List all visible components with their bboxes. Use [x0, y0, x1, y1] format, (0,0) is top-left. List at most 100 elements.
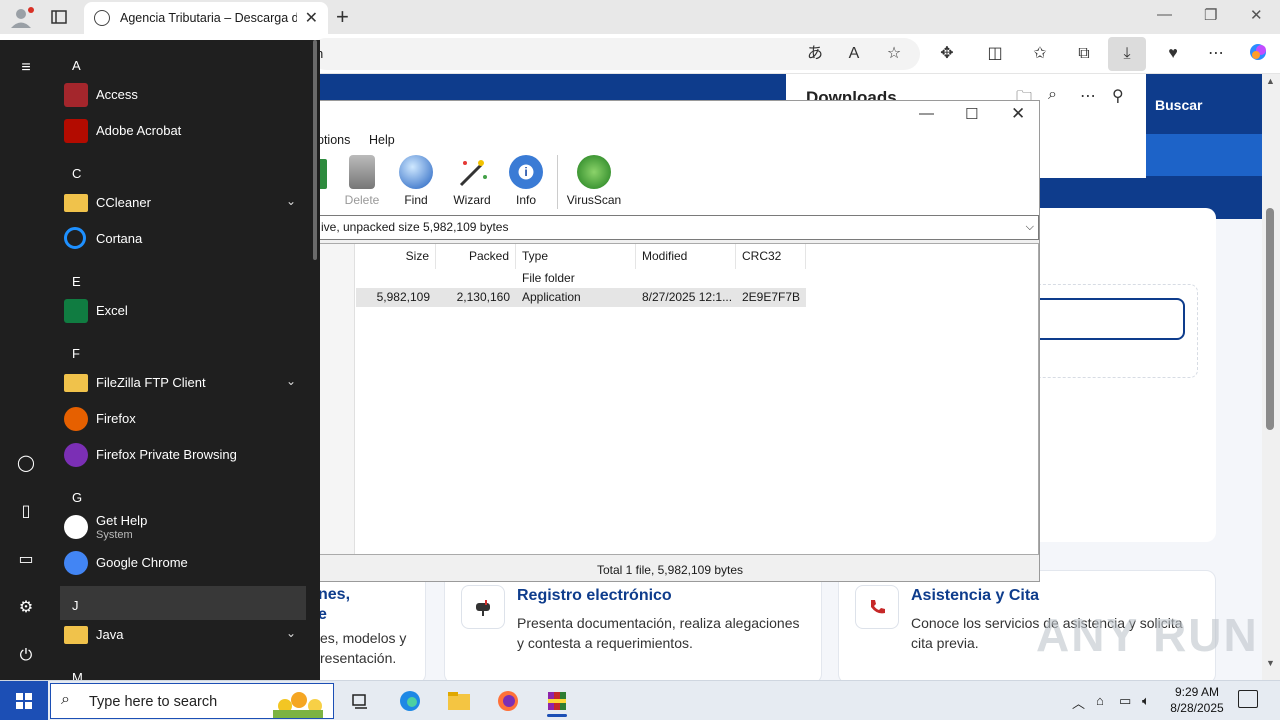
chevron-down-icon[interactable]: ⌄ [286, 626, 296, 640]
start-app-item[interactable]: Java ⌄ [60, 618, 306, 652]
tool-wizard[interactable]: Wizard [445, 155, 499, 207]
close-tab-icon[interactable]: ✕ [305, 8, 318, 28]
tab-actions-icon[interactable] [44, 6, 74, 28]
row-packed[interactable]: 2,130,160 [436, 288, 516, 307]
chevron-up-icon[interactable]: ︿ [1072, 693, 1085, 712]
col-crc32[interactable]: CRC32 [736, 244, 806, 269]
scroll-down-icon[interactable]: ▼ [1266, 658, 1275, 668]
collections-icon[interactable]: ⧉ [1071, 42, 1097, 66]
section-letter[interactable]: G [72, 490, 82, 505]
chevron-down-icon[interactable]: ⌵ [1026, 216, 1034, 239]
pictures-icon[interactable]: ▭ [14, 548, 38, 572]
col-size[interactable]: Size [356, 244, 436, 269]
anyrun-watermark: ANY RUN [1036, 609, 1259, 661]
winrar-titlebar[interactable]: — ☐ ✕ [301, 101, 1039, 131]
browser-essentials-icon[interactable]: ♥ [1160, 42, 1186, 66]
split-screen-icon[interactable]: ◫ [982, 42, 1008, 66]
read-aloud-icon[interactable]: A [841, 42, 867, 66]
start-app-item[interactable]: CCleaner ⌄ [60, 186, 306, 220]
col-modified[interactable]: Modified [636, 244, 736, 269]
tool-delete[interactable]: Delete [335, 155, 389, 207]
row-size[interactable]: 5,982,109 [356, 288, 436, 307]
task-view-icon[interactable] [340, 685, 380, 717]
network-icon[interactable]: ▭ [1119, 693, 1131, 709]
service-title-left-1[interactable]: nes, [318, 586, 350, 604]
maximize-icon[interactable]: ☐ [965, 105, 978, 123]
app-name: Cortana [96, 231, 143, 246]
favorites-icon[interactable]: ✩ [1027, 42, 1053, 66]
pin-icon[interactable]: ⚲ [1112, 86, 1124, 106]
section-letter[interactable]: C [72, 166, 81, 181]
section-letter[interactable]: A [72, 58, 81, 73]
start-app-item[interactable]: Access [60, 78, 306, 112]
start-app-item[interactable]: Firefox Private Browsing [60, 438, 306, 472]
user-account-icon[interactable]: ◯ [14, 452, 38, 476]
chevron-down-icon[interactable]: ⌄ [286, 194, 296, 208]
copilot-icon[interactable] [1245, 42, 1271, 66]
profile-icon[interactable] [8, 5, 36, 29]
start-button[interactable] [0, 681, 48, 720]
minimize-icon[interactable]: — [919, 105, 934, 122]
row-modified[interactable]: 8/27/2025 12:1... [636, 288, 736, 307]
scrollbar-thumb[interactable] [1266, 208, 1274, 430]
start-app-item[interactable]: Google Chrome [60, 546, 306, 580]
minimize-icon[interactable]: — [1157, 6, 1172, 23]
notification-center-icon[interactable] [1238, 690, 1258, 708]
taskbar-clock[interactable]: 9:29 AM 8/28/2025 [1160, 684, 1234, 716]
scroll-up-icon[interactable]: ▲ [1266, 76, 1275, 86]
search-downloads-icon[interactable]: ⌕ [1048, 86, 1057, 104]
col-packed[interactable]: Packed [436, 244, 516, 269]
search-button[interactable]: Buscar [1146, 88, 1256, 122]
favorite-star-icon[interactable]: ☆ [881, 42, 907, 66]
firefox-icon[interactable] [488, 685, 528, 717]
menu-help[interactable]: Help [369, 133, 395, 147]
section-highlight[interactable] [60, 586, 306, 620]
close-window-icon[interactable]: ✕ [1250, 6, 1263, 24]
downloads-more-icon[interactable]: ⋯ [1080, 86, 1096, 106]
col-type[interactable]: Type [516, 244, 636, 269]
documents-icon[interactable]: ▯ [14, 500, 38, 524]
tool-info[interactable]: i Info [499, 155, 553, 207]
archive-path-bar[interactable]: ive, unpacked size 5,982,109 bytes ⌵ [301, 215, 1039, 240]
device-icon[interactable]: ⌂ [1096, 693, 1104, 708]
section-letter[interactable]: J [72, 598, 79, 613]
start-app-item[interactable]: Cortana [60, 222, 306, 256]
service-card-registro[interactable]: Registro electrónico Presenta documentac… [444, 570, 822, 680]
translate-icon[interactable]: あ [802, 42, 828, 66]
file-explorer-icon[interactable] [439, 685, 479, 717]
start-app-item[interactable]: Excel [60, 294, 306, 328]
winrar-icon[interactable] [537, 685, 577, 717]
service-title[interactable]: Registro electrónico [517, 587, 672, 605]
taskbar-search-box[interactable]: ⌕ Type here to search [50, 683, 334, 719]
section-letter[interactable]: F [72, 346, 80, 361]
restore-icon[interactable]: ❐ [1204, 6, 1217, 24]
extensions-icon[interactable]: ✥ [934, 42, 960, 66]
row-type[interactable]: File folder [516, 269, 636, 288]
row-crc[interactable]: 2E9E7F7B [736, 288, 806, 307]
service-title[interactable]: Asistencia y Cita [911, 587, 1039, 605]
page-scrollbar[interactable]: ▲ ▼ [1262, 74, 1280, 680]
power-icon[interactable]: ⏻ [14, 644, 38, 668]
hamburger-menu-icon[interactable]: ≡ [14, 56, 38, 80]
downloads-icon[interactable]: ⤓ [1108, 37, 1146, 71]
mailbox-icon [461, 585, 505, 629]
address-bar[interactable]: n [310, 38, 920, 70]
edge-icon[interactable] [390, 685, 430, 717]
start-app-item[interactable]: FileZilla FTP Client ⌄ [60, 366, 306, 400]
close-icon[interactable]: ✕ [1011, 104, 1025, 124]
tool-find[interactable]: Find [389, 155, 443, 207]
tool-virusscan[interactable]: VirusScan [566, 155, 622, 207]
chevron-down-icon[interactable]: ⌄ [286, 374, 296, 388]
row-type[interactable]: Application [516, 288, 636, 307]
start-app-item[interactable]: Firefox [60, 402, 306, 436]
start-scrollbar[interactable] [313, 40, 317, 260]
volume-icon[interactable]: 🔈︎ [1142, 693, 1150, 709]
settings-gear-icon[interactable]: ⚙ [14, 596, 38, 620]
new-tab-button[interactable]: + [336, 4, 349, 30]
menu-options[interactable]: ptions [317, 133, 350, 147]
start-app-item[interactable]: Get Help System [60, 510, 306, 544]
browser-tab[interactable]: Agencia Tributaria – Descarga de ✕ [84, 2, 328, 34]
section-letter[interactable]: E [72, 274, 81, 289]
more-menu-icon[interactable]: ⋯ [1203, 42, 1229, 66]
start-app-item[interactable]: Adobe Acrobat [60, 114, 306, 148]
